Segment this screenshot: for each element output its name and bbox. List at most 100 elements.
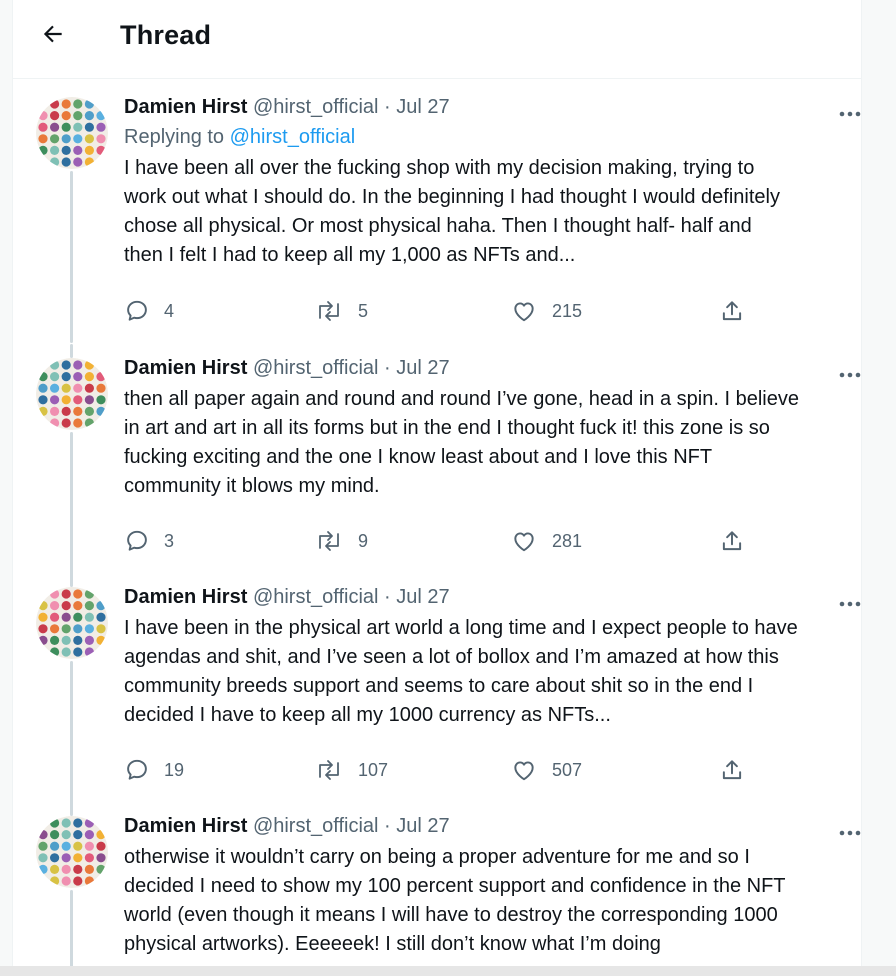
retweet-button[interactable]: 9	[314, 528, 368, 554]
avatar-spot	[50, 418, 60, 428]
share-button[interactable]	[719, 528, 745, 554]
avatar[interactable]	[36, 97, 108, 169]
reply-button[interactable]: 3	[124, 528, 174, 554]
avatar-spot	[50, 612, 60, 622]
avatar-spot	[73, 406, 83, 416]
tweet-text: then all paper again and round and round…	[124, 388, 799, 497]
avatar-spot	[84, 601, 94, 611]
avatar-spot	[73, 612, 83, 622]
avatar-spot	[50, 145, 60, 155]
avatar-spot	[50, 111, 60, 121]
more-horizontal-icon	[839, 372, 861, 378]
share-button[interactable]	[719, 757, 745, 783]
avatar-spot	[50, 589, 60, 599]
like-count: 215	[552, 300, 583, 321]
like-button[interactable]: 215	[510, 298, 582, 324]
more-horizontal-icon	[839, 830, 861, 836]
share-button[interactable]	[719, 298, 745, 324]
avatar-spot	[61, 122, 71, 132]
avatar-spot	[84, 853, 94, 863]
avatar-spot	[38, 601, 48, 611]
avatar-spot	[96, 111, 106, 121]
tweet-text: I have been all over the fucking shop wi…	[124, 157, 780, 266]
reply-button[interactable]: 19	[124, 757, 184, 783]
author-handle[interactable]: @hirst_official	[253, 586, 379, 608]
like-button[interactable]: 281	[510, 528, 582, 554]
avatar-spot	[61, 647, 71, 657]
tweet-date[interactable]: Jul 27	[396, 586, 449, 608]
author-name[interactable]: Damien Hirst	[124, 96, 247, 118]
author-name[interactable]: Damien Hirst	[124, 815, 247, 837]
reply-button[interactable]: 4	[124, 298, 174, 324]
avatar-spot	[61, 145, 71, 155]
avatar-spot	[84, 647, 94, 657]
more-horizontal-icon	[839, 601, 861, 607]
more-options-button[interactable]	[837, 368, 861, 382]
replying-to-handle-link[interactable]: @hirst_official	[230, 126, 356, 148]
heart-icon	[514, 532, 534, 552]
tweet[interactable]: Damien Hirst @hirst_official · Jul 27 ot…	[13, 802, 861, 976]
avatar-spot	[61, 99, 71, 109]
avatar-spot	[73, 122, 83, 132]
thread-connector-line	[70, 890, 73, 976]
author-handle[interactable]: @hirst_official	[253, 357, 379, 379]
avatar-spot	[84, 818, 94, 828]
meta-separator: ·	[384, 586, 391, 608]
avatar-spot	[84, 157, 94, 167]
avatar-spot	[96, 841, 106, 851]
spot-painting-avatar-image	[36, 816, 108, 888]
retweet-button[interactable]: 107	[314, 757, 388, 783]
avatar-spot	[38, 372, 48, 382]
tweet-date[interactable]: Jul 27	[396, 96, 449, 118]
arrow-left-icon	[40, 21, 66, 52]
avatar-spot	[73, 647, 83, 657]
avatar-spot	[96, 122, 106, 132]
reply-bubble-icon	[127, 300, 147, 321]
avatar-spot	[50, 134, 60, 144]
avatar-spot	[50, 122, 60, 132]
tweet-date[interactable]: Jul 27	[396, 815, 449, 837]
avatar-spot	[84, 864, 94, 874]
avatar-spot	[61, 418, 71, 428]
author-name[interactable]: Damien Hirst	[124, 357, 247, 379]
more-options-button[interactable]	[837, 597, 861, 611]
thread-connector-line	[70, 661, 73, 811]
tweet[interactable]: Damien Hirst @hirst_official · Jul 27 I …	[13, 573, 861, 811]
avatar[interactable]	[36, 816, 108, 888]
avatar-spot	[96, 145, 106, 155]
replying-to: Replying to @hirst_official	[124, 123, 844, 151]
author-handle[interactable]: @hirst_official	[253, 96, 379, 118]
avatar-spot	[50, 360, 60, 370]
avatar-spot	[73, 624, 83, 634]
avatar-spot	[50, 841, 60, 851]
avatar-spot	[73, 853, 83, 863]
avatar-spot	[38, 395, 48, 405]
more-options-button[interactable]	[837, 107, 861, 121]
avatar-spot	[61, 612, 71, 622]
back-button[interactable]	[35, 18, 71, 54]
avatar-spot	[84, 360, 94, 370]
avatar-spot	[96, 395, 106, 405]
heart-icon	[514, 302, 534, 322]
retweet-button[interactable]: 5	[314, 298, 368, 324]
thread-connector-line	[70, 432, 73, 580]
more-options-button[interactable]	[837, 826, 861, 840]
avatar[interactable]	[36, 358, 108, 430]
avatar-spot	[50, 157, 60, 167]
avatar-spot	[84, 624, 94, 634]
avatar-spot	[61, 372, 71, 382]
avatar-spot	[84, 589, 94, 599]
avatar-spot	[38, 624, 48, 634]
avatar-spot	[50, 383, 60, 393]
spot-painting-avatar-image	[36, 97, 108, 169]
tweet[interactable]: Damien Hirst @hirst_official · Jul 27 th…	[13, 344, 861, 580]
tweet-date[interactable]: Jul 27	[396, 357, 449, 379]
author-name[interactable]: Damien Hirst	[124, 586, 247, 608]
like-button[interactable]: 507	[510, 757, 582, 783]
avatar-spot	[38, 841, 48, 851]
avatar-spot	[84, 830, 94, 840]
author-handle[interactable]: @hirst_official	[253, 815, 379, 837]
reply-count: 3	[164, 530, 175, 551]
tweet[interactable]: Damien Hirst @hirst_official · Jul 27 Re…	[13, 85, 861, 343]
avatar[interactable]	[36, 587, 108, 659]
